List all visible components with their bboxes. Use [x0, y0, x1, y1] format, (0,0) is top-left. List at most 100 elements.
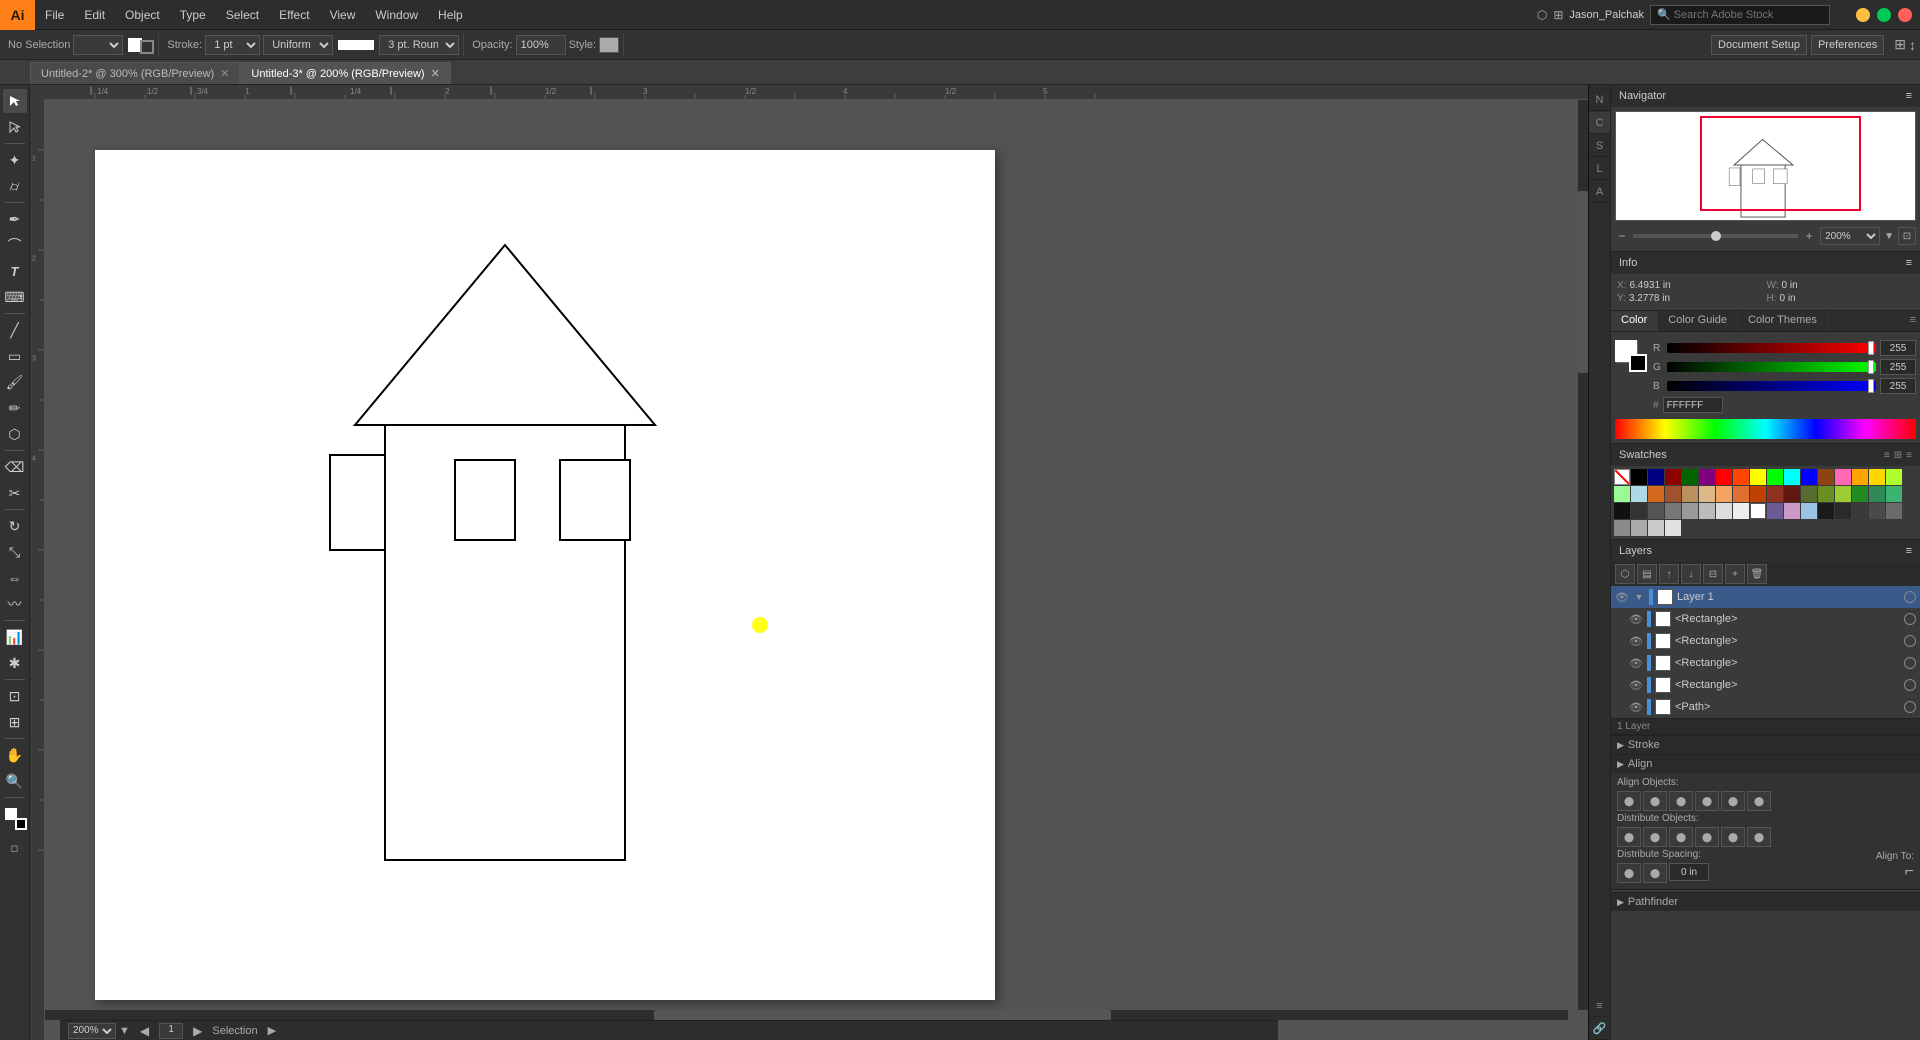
panel-layers-icon[interactable]: L [1589, 158, 1611, 180]
swatch-gray1[interactable] [1614, 503, 1630, 519]
touch-type-tool[interactable]: ⌨ [3, 285, 27, 309]
panel-align-icon[interactable]: A [1589, 181, 1611, 203]
type-tool[interactable]: T [3, 259, 27, 283]
swatch-black[interactable] [1631, 469, 1647, 485]
rect2-target[interactable] [1904, 635, 1916, 647]
hand-tool[interactable]: ✋ [3, 743, 27, 767]
dist-left-btn[interactable]: ⬤ [1617, 827, 1641, 847]
swatch-dg1[interactable] [1818, 503, 1834, 519]
r-slider[interactable] [1667, 343, 1876, 353]
swatch-7[interactable] [1750, 469, 1766, 485]
curvature-tool[interactable]: ⌒ [3, 233, 27, 257]
h-scroll-thumb[interactable] [654, 1010, 1111, 1020]
prev-artboard-btn[interactable]: ◀ [140, 1024, 149, 1038]
paintbrush-tool[interactable]: 🖌 [3, 370, 27, 394]
menu-view[interactable]: View [320, 0, 366, 30]
v-scroll-thumb[interactable] [1578, 191, 1588, 373]
minimize-button[interactable] [1856, 8, 1870, 22]
swatch-25[interactable] [1767, 486, 1783, 502]
swatch-5[interactable] [1716, 469, 1732, 485]
swatch-dg2[interactable] [1835, 503, 1851, 519]
width-tool[interactable]: ⇔ [3, 566, 27, 590]
extension-manager-icon[interactable]: ⬡ [1537, 8, 1547, 22]
artboard-input[interactable]: 1 [159, 1023, 183, 1039]
r-value-input[interactable] [1880, 340, 1916, 356]
magic-wand-tool[interactable]: ✦ [3, 148, 27, 172]
color-themes-tab[interactable]: Color Themes [1738, 311, 1828, 331]
dist-center-h-btn[interactable]: ⬤ [1643, 827, 1667, 847]
align-header[interactable]: ▶ Align [1611, 754, 1920, 773]
dist-center-v-btn[interactable]: ⬤ [1721, 827, 1745, 847]
layer-item-rect4[interactable]: 👁 <Rectangle> [1611, 674, 1920, 696]
hex-input[interactable] [1663, 397, 1723, 413]
background-color[interactable] [1629, 354, 1647, 372]
rect3-visibility[interactable]: 👁 [1629, 656, 1643, 670]
workspace-icon[interactable]: ⊞ [1553, 8, 1563, 22]
rect1-target[interactable] [1904, 613, 1916, 625]
align-center-h-btn[interactable]: ⬤ [1643, 791, 1667, 811]
swatch-8[interactable] [1767, 469, 1783, 485]
zoom-select[interactable]: 200% [68, 1023, 116, 1039]
swatches-header[interactable]: Swatches ≡ ⊞ ≡ [1611, 444, 1920, 466]
navigator-header[interactable]: Navigator ≡ [1611, 85, 1920, 107]
color-tab[interactable]: Color [1611, 311, 1658, 331]
swatch-dg9[interactable] [1665, 520, 1681, 536]
dist-space-h-btn[interactable]: ⬤ [1617, 863, 1641, 883]
swatch-dg6[interactable] [1614, 520, 1630, 536]
zoom-down-icon[interactable]: ▼ [119, 1025, 130, 1037]
layer1-expand[interactable]: ▼ [1633, 591, 1645, 603]
layers-header[interactable]: Layers ≡ [1611, 540, 1920, 562]
zoom-tool[interactable]: 🔍 [3, 769, 27, 793]
opacity-input[interactable] [516, 35, 566, 55]
menu-select[interactable]: Select [216, 0, 269, 30]
screen-mode-btn[interactable]: ◻ [3, 836, 27, 860]
swatch-p1[interactable] [1767, 503, 1783, 519]
color-guide-tab[interactable]: Color Guide [1658, 311, 1738, 331]
g-slider-thumb[interactable] [1868, 360, 1874, 374]
swatch-dg7[interactable] [1631, 520, 1647, 536]
artboard[interactable] [95, 150, 995, 1000]
swatch-30[interactable] [1852, 486, 1868, 502]
swatch-29[interactable] [1835, 486, 1851, 502]
panel-swatches-icon[interactable]: S [1589, 135, 1611, 157]
transform-icon[interactable]: ↕ [1909, 37, 1916, 53]
dist-value-input[interactable] [1669, 863, 1709, 881]
fill-select[interactable] [73, 35, 123, 55]
swatch-12[interactable] [1835, 469, 1851, 485]
swatch-17[interactable] [1631, 486, 1647, 502]
swatch-26[interactable] [1784, 486, 1800, 502]
swatch-14[interactable] [1869, 469, 1885, 485]
stroke-type-select[interactable]: Uniform [263, 35, 333, 55]
swatches-grid-view[interactable]: ⊞ [1894, 450, 1902, 461]
swatch-19[interactable] [1665, 486, 1681, 502]
layer-item-layer1[interactable]: 👁 ▼ Layer 1 [1611, 586, 1920, 608]
swatch-gray3[interactable] [1648, 503, 1664, 519]
eraser-tool[interactable]: ⌫ [3, 455, 27, 479]
panel-navigator-icon[interactable]: N [1589, 89, 1611, 111]
canvas-area[interactable] [45, 100, 1588, 1020]
swatch-none[interactable] [1614, 469, 1630, 485]
b-value-input[interactable] [1880, 378, 1916, 394]
preferences-button[interactable]: Preferences [1811, 35, 1884, 55]
swatch-p3[interactable] [1801, 503, 1817, 519]
column-graph-tool[interactable]: 📊 [3, 625, 27, 649]
zoom-out-icon[interactable]: − [1615, 229, 1629, 243]
arrange-icon[interactable]: ⊞ [1894, 36, 1906, 53]
dist-top-btn[interactable]: ⬤ [1695, 827, 1719, 847]
layer-move-up-btn[interactable]: ↑ [1659, 564, 1679, 584]
align-top-btn[interactable]: ⬤ [1695, 791, 1719, 811]
swatch-18[interactable] [1648, 486, 1664, 502]
layer-move-down-btn[interactable]: ↓ [1681, 564, 1701, 584]
fg-bg-indicator[interactable] [1615, 340, 1647, 372]
navigator-zoom-select[interactable]: 200% [1820, 227, 1880, 245]
artboard-tool[interactable]: ⊡ [3, 684, 27, 708]
swatch-15[interactable] [1886, 469, 1902, 485]
r-slider-thumb[interactable] [1868, 341, 1874, 355]
color-spectrum[interactable] [1615, 419, 1916, 439]
layer1-visibility[interactable]: 👁 [1615, 590, 1629, 604]
swatch-10[interactable] [1801, 469, 1817, 485]
swatch-dg3[interactable] [1852, 503, 1868, 519]
layer-item-rect1[interactable]: 👁 <Rectangle> [1611, 608, 1920, 630]
align-center-v-btn[interactable]: ⬤ [1721, 791, 1745, 811]
swatch-1[interactable] [1648, 469, 1664, 485]
